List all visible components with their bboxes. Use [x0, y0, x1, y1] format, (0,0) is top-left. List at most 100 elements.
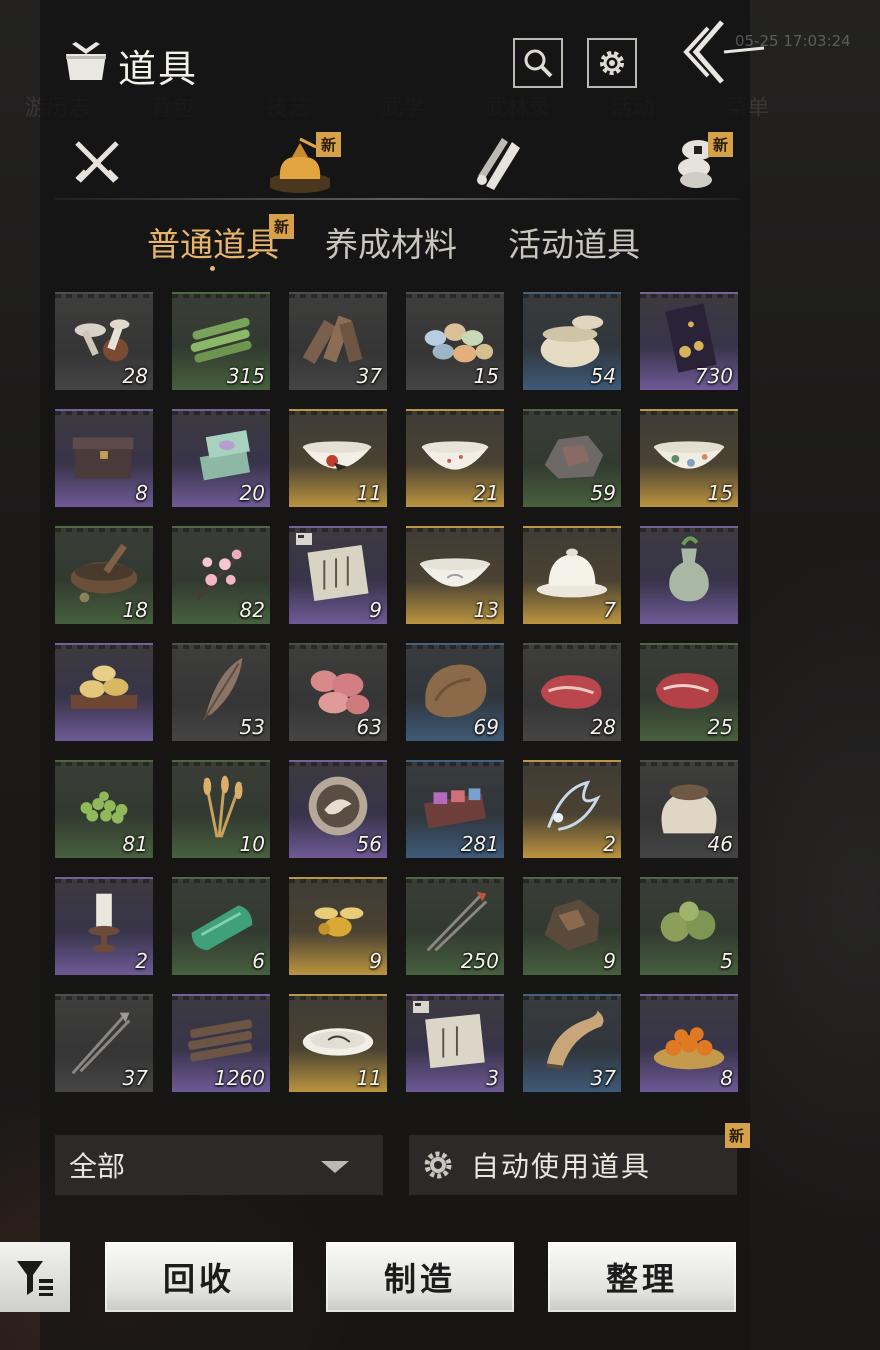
- active-dot: [210, 266, 215, 271]
- gear-icon: [600, 51, 624, 75]
- gear-icon: [424, 1151, 452, 1179]
- search-icon: [524, 49, 553, 78]
- inventory-slot[interactable]: 11: [289, 994, 387, 1092]
- inventory-slot[interactable]: 9: [289, 877, 387, 975]
- inventory-slot[interactable]: 5: [640, 877, 738, 975]
- inventory-slot[interactable]: 81: [55, 760, 153, 858]
- settings-button[interactable]: [587, 38, 637, 88]
- recycle-button[interactable]: 回收: [105, 1242, 293, 1312]
- inventory-slot[interactable]: 82: [172, 526, 270, 624]
- auto-use-label: 自动使用道具: [471, 1150, 652, 1183]
- subtab-general-items[interactable]: 普通道具 新: [147, 214, 294, 271]
- inventory-slot[interactable]: 2: [55, 877, 153, 975]
- inventory-slot[interactable]: 11: [289, 409, 387, 507]
- item-quantity: 2: [135, 949, 148, 973]
- new-badge: 新: [708, 132, 733, 157]
- craft-button[interactable]: 制造: [326, 1242, 514, 1312]
- subtab-label: 普通道具: [147, 225, 279, 264]
- search-button[interactable]: [513, 38, 563, 88]
- inventory-slot[interactable]: [640, 526, 738, 624]
- inventory-slot[interactable]: 281: [406, 760, 504, 858]
- tab-weapons[interactable]: [57, 128, 137, 198]
- divider: [55, 198, 740, 200]
- back-button[interactable]: [678, 18, 768, 88]
- inventory-slot[interactable]: 20: [172, 409, 270, 507]
- auto-use-items-button[interactable]: 自动使用道具 新: [409, 1123, 750, 1195]
- item-quantity: 10: [239, 832, 265, 856]
- item-quantity: 9: [603, 949, 616, 973]
- item-quantity: 315: [226, 364, 265, 388]
- sort-button[interactable]: 整理: [548, 1242, 736, 1312]
- item-quantity: 1260: [214, 1066, 265, 1090]
- item-quantity: 81: [122, 832, 148, 856]
- inventory-slot[interactable]: 37: [289, 292, 387, 390]
- item-quantity: 250: [460, 949, 499, 973]
- vase-icon: [669, 536, 709, 602]
- item-quantity: 59: [590, 481, 616, 505]
- inventory-slot[interactable]: 9: [289, 526, 387, 624]
- filter-button[interactable]: [0, 1242, 70, 1312]
- inventory-slot[interactable]: 46: [640, 760, 738, 858]
- inventory-slot[interactable]: 28: [523, 643, 621, 741]
- item-grid: 28 315 37 15 54 730 8 20 11 21 59 15 18 82 9 13 7 53 63 69 2…: [55, 292, 745, 1092]
- item-quantity: 20: [239, 481, 265, 505]
- new-badge: 新: [316, 132, 341, 157]
- inventory-slot[interactable]: 13: [406, 526, 504, 624]
- inventory-slot[interactable]: 6: [172, 877, 270, 975]
- inventory-slot[interactable]: 8: [640, 994, 738, 1092]
- item-quantity: 53: [239, 715, 265, 739]
- inventory-slot[interactable]: 250: [406, 877, 504, 975]
- inventory-slot[interactable]: 25: [640, 643, 738, 741]
- tab-items[interactable]: 新: [260, 128, 341, 198]
- inventory-slot[interactable]: 15: [406, 292, 504, 390]
- inventory-slot[interactable]: 7: [523, 526, 621, 624]
- item-quantity: 63: [356, 715, 382, 739]
- item-quantity: 56: [356, 832, 382, 856]
- item-quantity: 69: [473, 715, 499, 739]
- inventory-slot[interactable]: 56: [289, 760, 387, 858]
- tab-currency[interactable]: 新: [658, 128, 738, 198]
- tab-scrolls[interactable]: [458, 128, 538, 198]
- item-quantity: 54: [590, 364, 616, 388]
- subtab-event-items[interactable]: 活动道具: [508, 218, 640, 266]
- inventory-slot[interactable]: 69: [406, 643, 504, 741]
- inventory-slot[interactable]: 9: [523, 877, 621, 975]
- item-quantity: 11: [356, 1066, 382, 1090]
- inventory-slot[interactable]: 1260: [172, 994, 270, 1092]
- inventory-slot[interactable]: 15: [640, 409, 738, 507]
- item-quantity: 13: [473, 598, 499, 622]
- inventory-slot[interactable]: 37: [523, 994, 621, 1092]
- subtab-label: 养成材料: [325, 225, 457, 264]
- inventory-slot[interactable]: 53: [172, 643, 270, 741]
- category-tabs: 新 新: [55, 128, 740, 198]
- inventory-slot[interactable]: 730: [640, 292, 738, 390]
- inventory-slot[interactable]: 8: [55, 409, 153, 507]
- item-quantity: 37: [590, 1066, 616, 1090]
- category-filter-dropdown[interactable]: 全部: [55, 1135, 383, 1195]
- inventory-slot[interactable]: 18: [55, 526, 153, 624]
- item-quantity: 8: [135, 481, 148, 505]
- inventory-slot[interactable]: 54: [523, 292, 621, 390]
- inventory-slot[interactable]: 28: [55, 292, 153, 390]
- item-quantity: 11: [356, 481, 382, 505]
- scroll-icon: [477, 138, 520, 190]
- inventory-slot[interactable]: 59: [523, 409, 621, 507]
- inventory-slot[interactable]: 63: [289, 643, 387, 741]
- subtabs: 普通道具 新 养成材料 活动道具: [0, 214, 880, 278]
- inventory-slot[interactable]: 10: [172, 760, 270, 858]
- inventory-slot[interactable]: [55, 643, 153, 741]
- item-quantity: 3: [486, 1066, 499, 1090]
- inventory-slot[interactable]: 37: [55, 994, 153, 1092]
- inventory-slot[interactable]: 21: [406, 409, 504, 507]
- item-quantity: 46: [707, 832, 733, 856]
- inventory-slot[interactable]: 3: [406, 994, 504, 1092]
- item-quantity: 2: [603, 832, 616, 856]
- item-quantity: 15: [473, 364, 499, 388]
- inventory-slot[interactable]: 2: [523, 760, 621, 858]
- item-quantity: 9: [369, 598, 382, 622]
- document-tag-icon: [413, 1001, 429, 1013]
- inventory-slot[interactable]: 315: [172, 292, 270, 390]
- subtab-materials[interactable]: 养成材料: [325, 218, 457, 266]
- item-quantity: 281: [460, 832, 499, 856]
- item-quantity: 18: [122, 598, 148, 622]
